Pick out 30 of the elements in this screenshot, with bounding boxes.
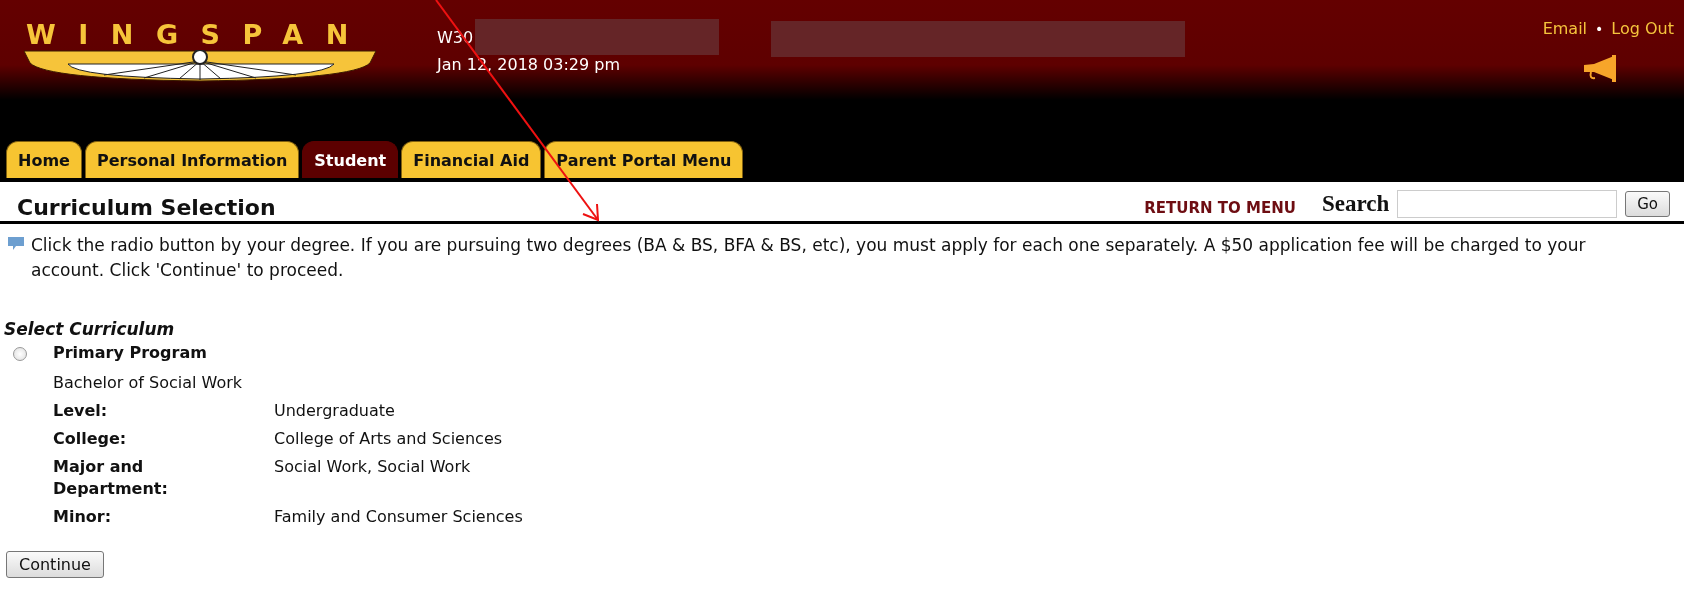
- continue-button[interactable]: Continue: [6, 551, 104, 578]
- go-button[interactable]: Go: [1625, 191, 1670, 217]
- nav-tab[interactable]: Parent Portal Menu: [544, 141, 744, 178]
- nav-tab[interactable]: Financial Aid: [401, 141, 542, 178]
- nav-tab[interactable]: Home: [6, 141, 82, 178]
- program-name: Bachelor of Social Work: [53, 372, 243, 394]
- field-label: Major and Department:: [53, 456, 169, 500]
- field-value: Family and Consumer Sciences: [274, 506, 524, 528]
- search-label: Search: [1321, 191, 1390, 217]
- field-label: Level:: [53, 400, 109, 422]
- field-value: Undergraduate: [274, 400, 396, 422]
- nav-tab[interactable]: Personal Information: [84, 141, 300, 178]
- search-field[interactable]: [1397, 190, 1618, 218]
- page-title: Curriculum Selection: [17, 195, 276, 220]
- return-to-menu-link[interactable]: RETURN TO MENU: [1144, 199, 1296, 217]
- program-title: Primary Program: [53, 342, 208, 364]
- field-value: Social Work, Social Work: [274, 456, 472, 478]
- logo-text: WINGSPAN: [26, 19, 371, 51]
- section-title: Select Curriculum: [4, 319, 176, 339]
- speech-bubble-icon: [8, 237, 24, 251]
- header-link[interactable]: Log Out: [1611, 19, 1674, 38]
- field-label: College:: [53, 428, 128, 450]
- radio-button[interactable]: [13, 347, 27, 361]
- separator-dot: •: [1595, 20, 1604, 37]
- field-value: College of Arts and Sciences: [274, 428, 504, 450]
- nav-tab[interactable]: Student: [302, 141, 399, 178]
- instruction-text: Click the radio button by your degree. If you are pursuing two degrees (BA & BS, BFA & BS, etc), you must apply for each one separately. A $50 application fee will be charged to your account. Click 'Continue' to proceed.: [31, 234, 1587, 282]
- field-label: Minor:: [53, 506, 113, 528]
- header-link[interactable]: Email: [1542, 19, 1588, 38]
- megaphone-icon[interactable]: [1582, 54, 1618, 84]
